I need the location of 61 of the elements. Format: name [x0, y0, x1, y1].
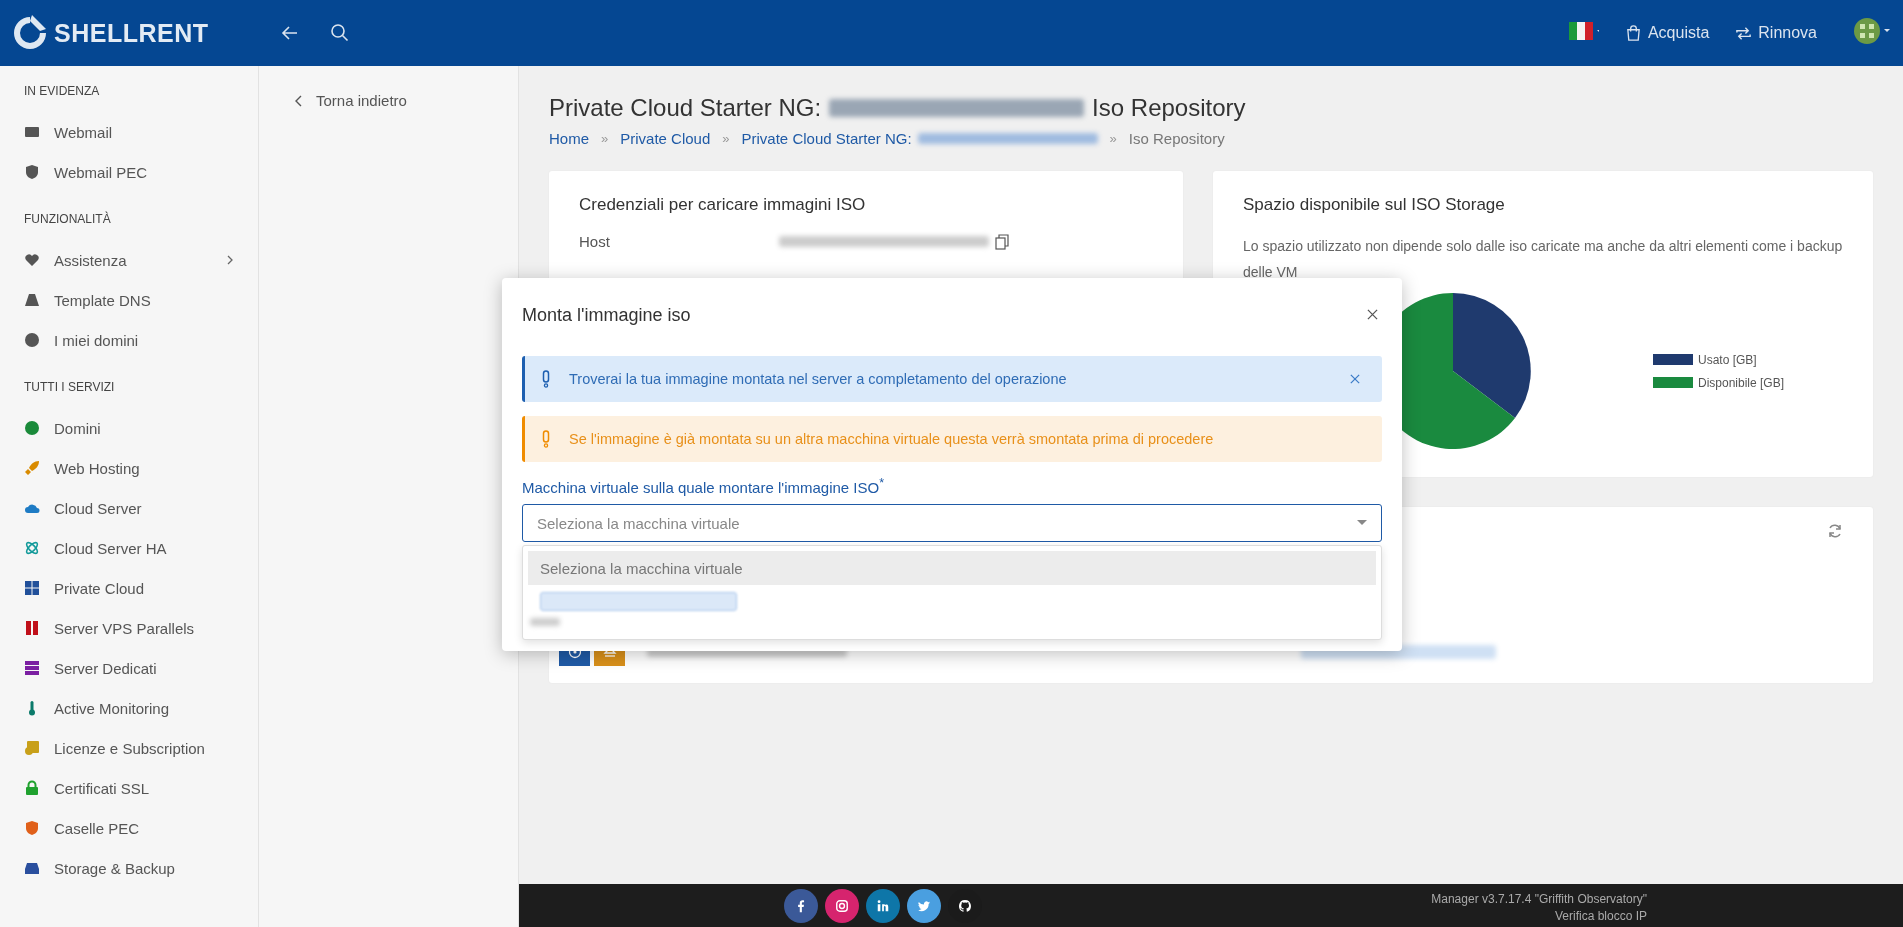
instagram-icon[interactable] [825, 888, 859, 923]
search-icon[interactable] [330, 23, 350, 43]
sidebar-item[interactable]: Template DNS [24, 280, 234, 320]
section-heading: FUNZIONALITÀ [24, 212, 112, 226]
sidebar-item[interactable]: Cloud Server [24, 488, 234, 528]
shopping-bag-icon [1624, 24, 1642, 42]
breadcrumb-separator: » [1109, 131, 1117, 146]
field-label: Host [579, 233, 611, 250]
version-text: Manager v3.7.17.4 "Griffith Observatory" [1431, 890, 1647, 908]
field-label: Macchina virtuale sulla quale montare l'immagine ISO$^{*}$ [522, 476, 886, 496]
legend-label: Disponibile [GB] [1698, 375, 1785, 390]
alert-icon [541, 370, 551, 388]
chevron-left-icon [295, 94, 303, 107]
sidebar-item[interactable]: Active Monitoring [24, 688, 234, 728]
sidebar-item[interactable]: I miei domini [24, 320, 234, 360]
sidebar-item[interactable]: Licenze e Subscription [24, 728, 234, 768]
caret-icon [1357, 520, 1367, 526]
current-page-label: Iso Repository [1128, 130, 1225, 147]
alert-text: Troverai la tua immagine montata nel server a completamento del operazione [569, 371, 1067, 387]
breadcrumb-separator: » [722, 131, 730, 146]
twitter-icon[interactable] [907, 888, 941, 923]
copy-icon[interactable] [995, 233, 1009, 250]
breadcrumb-link[interactable]: Private Cloud [620, 130, 711, 147]
sidebar-item[interactable]: Web Hosting [24, 448, 234, 488]
page-title: Private Cloud Starter NG: [549, 94, 822, 122]
alert-icon [541, 430, 551, 448]
card-title: Credenziali per caricare immagini ISO [579, 195, 867, 215]
dropdown-option[interactable]: Seleziona la macchina virtuale [528, 551, 1376, 585]
dialog-title: Monta l'immagine iso [522, 304, 691, 326]
close-icon [1350, 373, 1360, 384]
breadcrumb-separator: » [601, 131, 609, 146]
legend-label: Usato [GB] [1698, 352, 1757, 367]
breadcrumb-link[interactable]: Private Cloud Starter NG: [741, 130, 912, 147]
buy-button[interactable]: Acquista [1624, 24, 1710, 42]
sidebar-item[interactable]: Server Dedicati [24, 648, 234, 688]
page-title: Iso Repository [1092, 94, 1246, 122]
vm-select[interactable]: Seleziona la macchina virtuale [522, 504, 1382, 542]
linkedin-icon[interactable] [866, 888, 900, 923]
facebook-icon[interactable] [784, 888, 818, 923]
ip-check-link[interactable]: Verifica blocco IP [1554, 907, 1647, 925]
alert-text: Se l'immagine è già montata su un altra macchina virtuale questa verrà smontata prima di procedere [569, 431, 1214, 447]
close-icon [1367, 308, 1378, 320]
sidebar-item[interactable]: Private Cloud [24, 568, 234, 608]
sidebar-item[interactable]: Domini [24, 408, 234, 448]
brand-name[interactable]: SHELLRENT [54, 18, 209, 48]
sidebar-item[interactable]: Assistenza [24, 240, 234, 280]
breadcrumb-link[interactable]: Home [549, 130, 589, 147]
storage-note: Lo spazio utilizzato non dipende solo dalle iso caricate ma anche da altri elementi come i backup delle VM [1243, 237, 1843, 282]
renew-button[interactable]: Rinnova [1735, 24, 1817, 42]
back-link[interactable]: Torna indietro [295, 92, 518, 109]
section-heading: IN EVIDENZA [24, 84, 101, 98]
card-title: Spazio disponibile sul ISO Storage [1243, 195, 1506, 215]
section-heading: TUTTI I SERVIZI [24, 380, 116, 394]
sidebar-item[interactable]: Webmail [24, 112, 234, 152]
sidebar-item[interactable]: Webmail PEC [24, 152, 234, 192]
refresh-icon[interactable] [1827, 523, 1843, 539]
sidebar-item[interactable]: Certificati SSL [24, 768, 234, 808]
sidebar-item[interactable]: Server VPS Parallels [24, 608, 234, 648]
sidebar-item[interactable]: Storage & Backup [24, 848, 234, 888]
sidebar-item[interactable]: Cloud Server HA [24, 528, 234, 568]
sidebar-item[interactable]: Caselle PEC [24, 808, 234, 848]
